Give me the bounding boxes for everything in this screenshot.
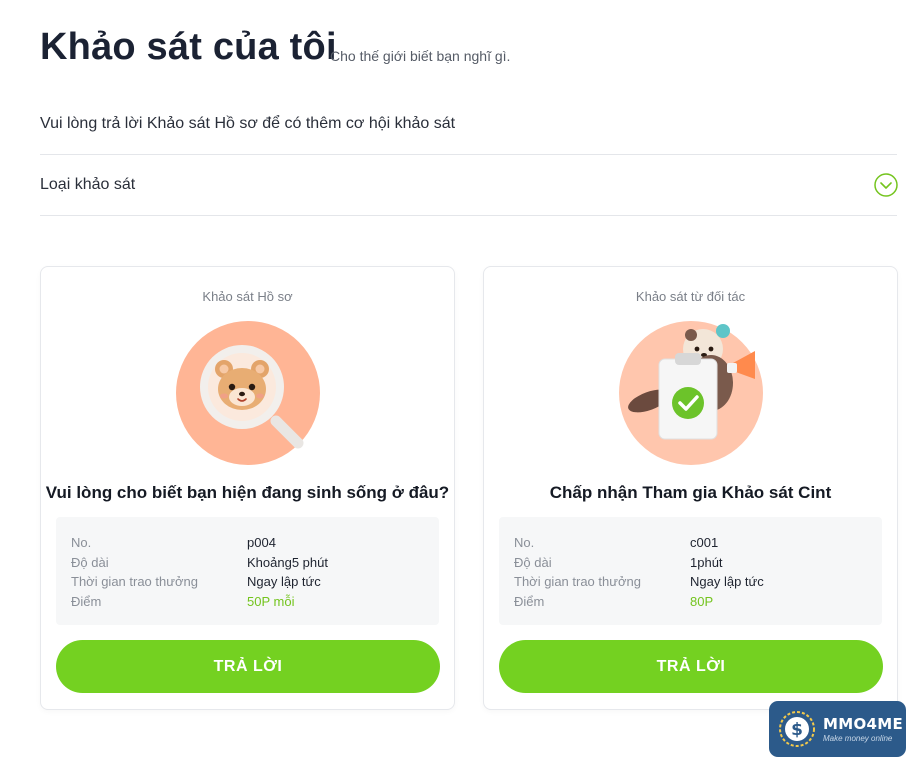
survey-question: Chấp nhận Tham gia Khảo sát Cint (549, 483, 832, 502)
profile-survey-notice: Vui lòng trả lời Khảo sát Hồ sơ để có th… (40, 115, 456, 132)
info-value: Ngay lập tức (247, 574, 321, 589)
divider (40, 154, 897, 155)
info-key: No. (71, 535, 92, 550)
info-key: Độ dài (514, 554, 552, 570)
info-row-points: Điểm 50P mỗi (71, 592, 424, 612)
info-value: 1phút (690, 554, 723, 570)
survey-info: No. c001 Độ dài 1phút Thời gian trao thư… (499, 517, 882, 625)
answer-button[interactable]: TRẢ LỜI (56, 640, 440, 693)
survey-info: No. p004 Độ dài Khoảng5 phút Thời gian t… (56, 517, 439, 625)
info-value: c001 (690, 535, 719, 550)
info-row-points: Điểm 80P (514, 592, 867, 612)
divider (40, 215, 897, 216)
survey-category: Khảo sát từ đối tác (635, 289, 746, 304)
info-value: p004 (247, 535, 276, 550)
info-key: Độ dài (71, 554, 109, 570)
info-key: Điểm (71, 593, 102, 609)
page-title: Khảo sát của tôi (40, 26, 337, 68)
survey-card-partner: Khảo sát từ đối tác Chấp nhận Tham gia K… (483, 266, 898, 710)
watermark-tagline: Make money online (823, 734, 893, 743)
info-row-number: No. c001 (514, 533, 867, 553)
info-row-reward-time: Thời gian trao thưởng Ngay lập tức (71, 572, 424, 592)
info-row-reward-time: Thời gian trao thưởng Ngay lập tức (514, 572, 867, 592)
survey-type-filter[interactable]: Loại khảo sát (40, 166, 898, 204)
page-subtitle: Cho thế giới biết bạn nghĩ gì. (330, 48, 511, 64)
survey-card-profile: Khảo sát Hồ sơ Vui lòng cho biết bạn hiệ… (40, 266, 455, 710)
mmo4me-watermark: $ MMO4ME Make money online (769, 701, 906, 757)
info-key: Thời gian trao thưởng (71, 574, 198, 589)
chevron-down-circle-icon[interactable] (874, 173, 898, 197)
info-row-length: Độ dài 1phút (514, 553, 867, 573)
info-row-length: Độ dài Khoảng5 phút (71, 553, 424, 573)
points-value: 80P (690, 593, 714, 609)
answer-button[interactable]: TRẢ LỜI (499, 640, 883, 693)
dollar-logo-icon: $ (779, 711, 815, 747)
info-key: Thời gian trao thưởng (514, 574, 641, 589)
points-value: 50P mỗi (247, 593, 295, 609)
survey-question: Vui lòng cho biết bạn hiện đang sinh sốn… (45, 483, 450, 502)
survey-type-label: Loại khảo sát (40, 176, 136, 193)
info-key: No. (514, 535, 535, 550)
info-key: Điểm (514, 593, 545, 609)
watermark-brand: MMO4ME (823, 715, 904, 733)
svg-text:$: $ (791, 720, 803, 740)
info-value: Ngay lập tức (690, 574, 764, 589)
info-row-number: No. p004 (71, 533, 424, 553)
survey-category: Khảo sát Hồ sơ (202, 289, 293, 304)
otter-clipboard-illustration (618, 321, 763, 465)
bear-magnifier-illustration (175, 321, 320, 465)
info-value: Khoảng5 phút (247, 554, 328, 570)
